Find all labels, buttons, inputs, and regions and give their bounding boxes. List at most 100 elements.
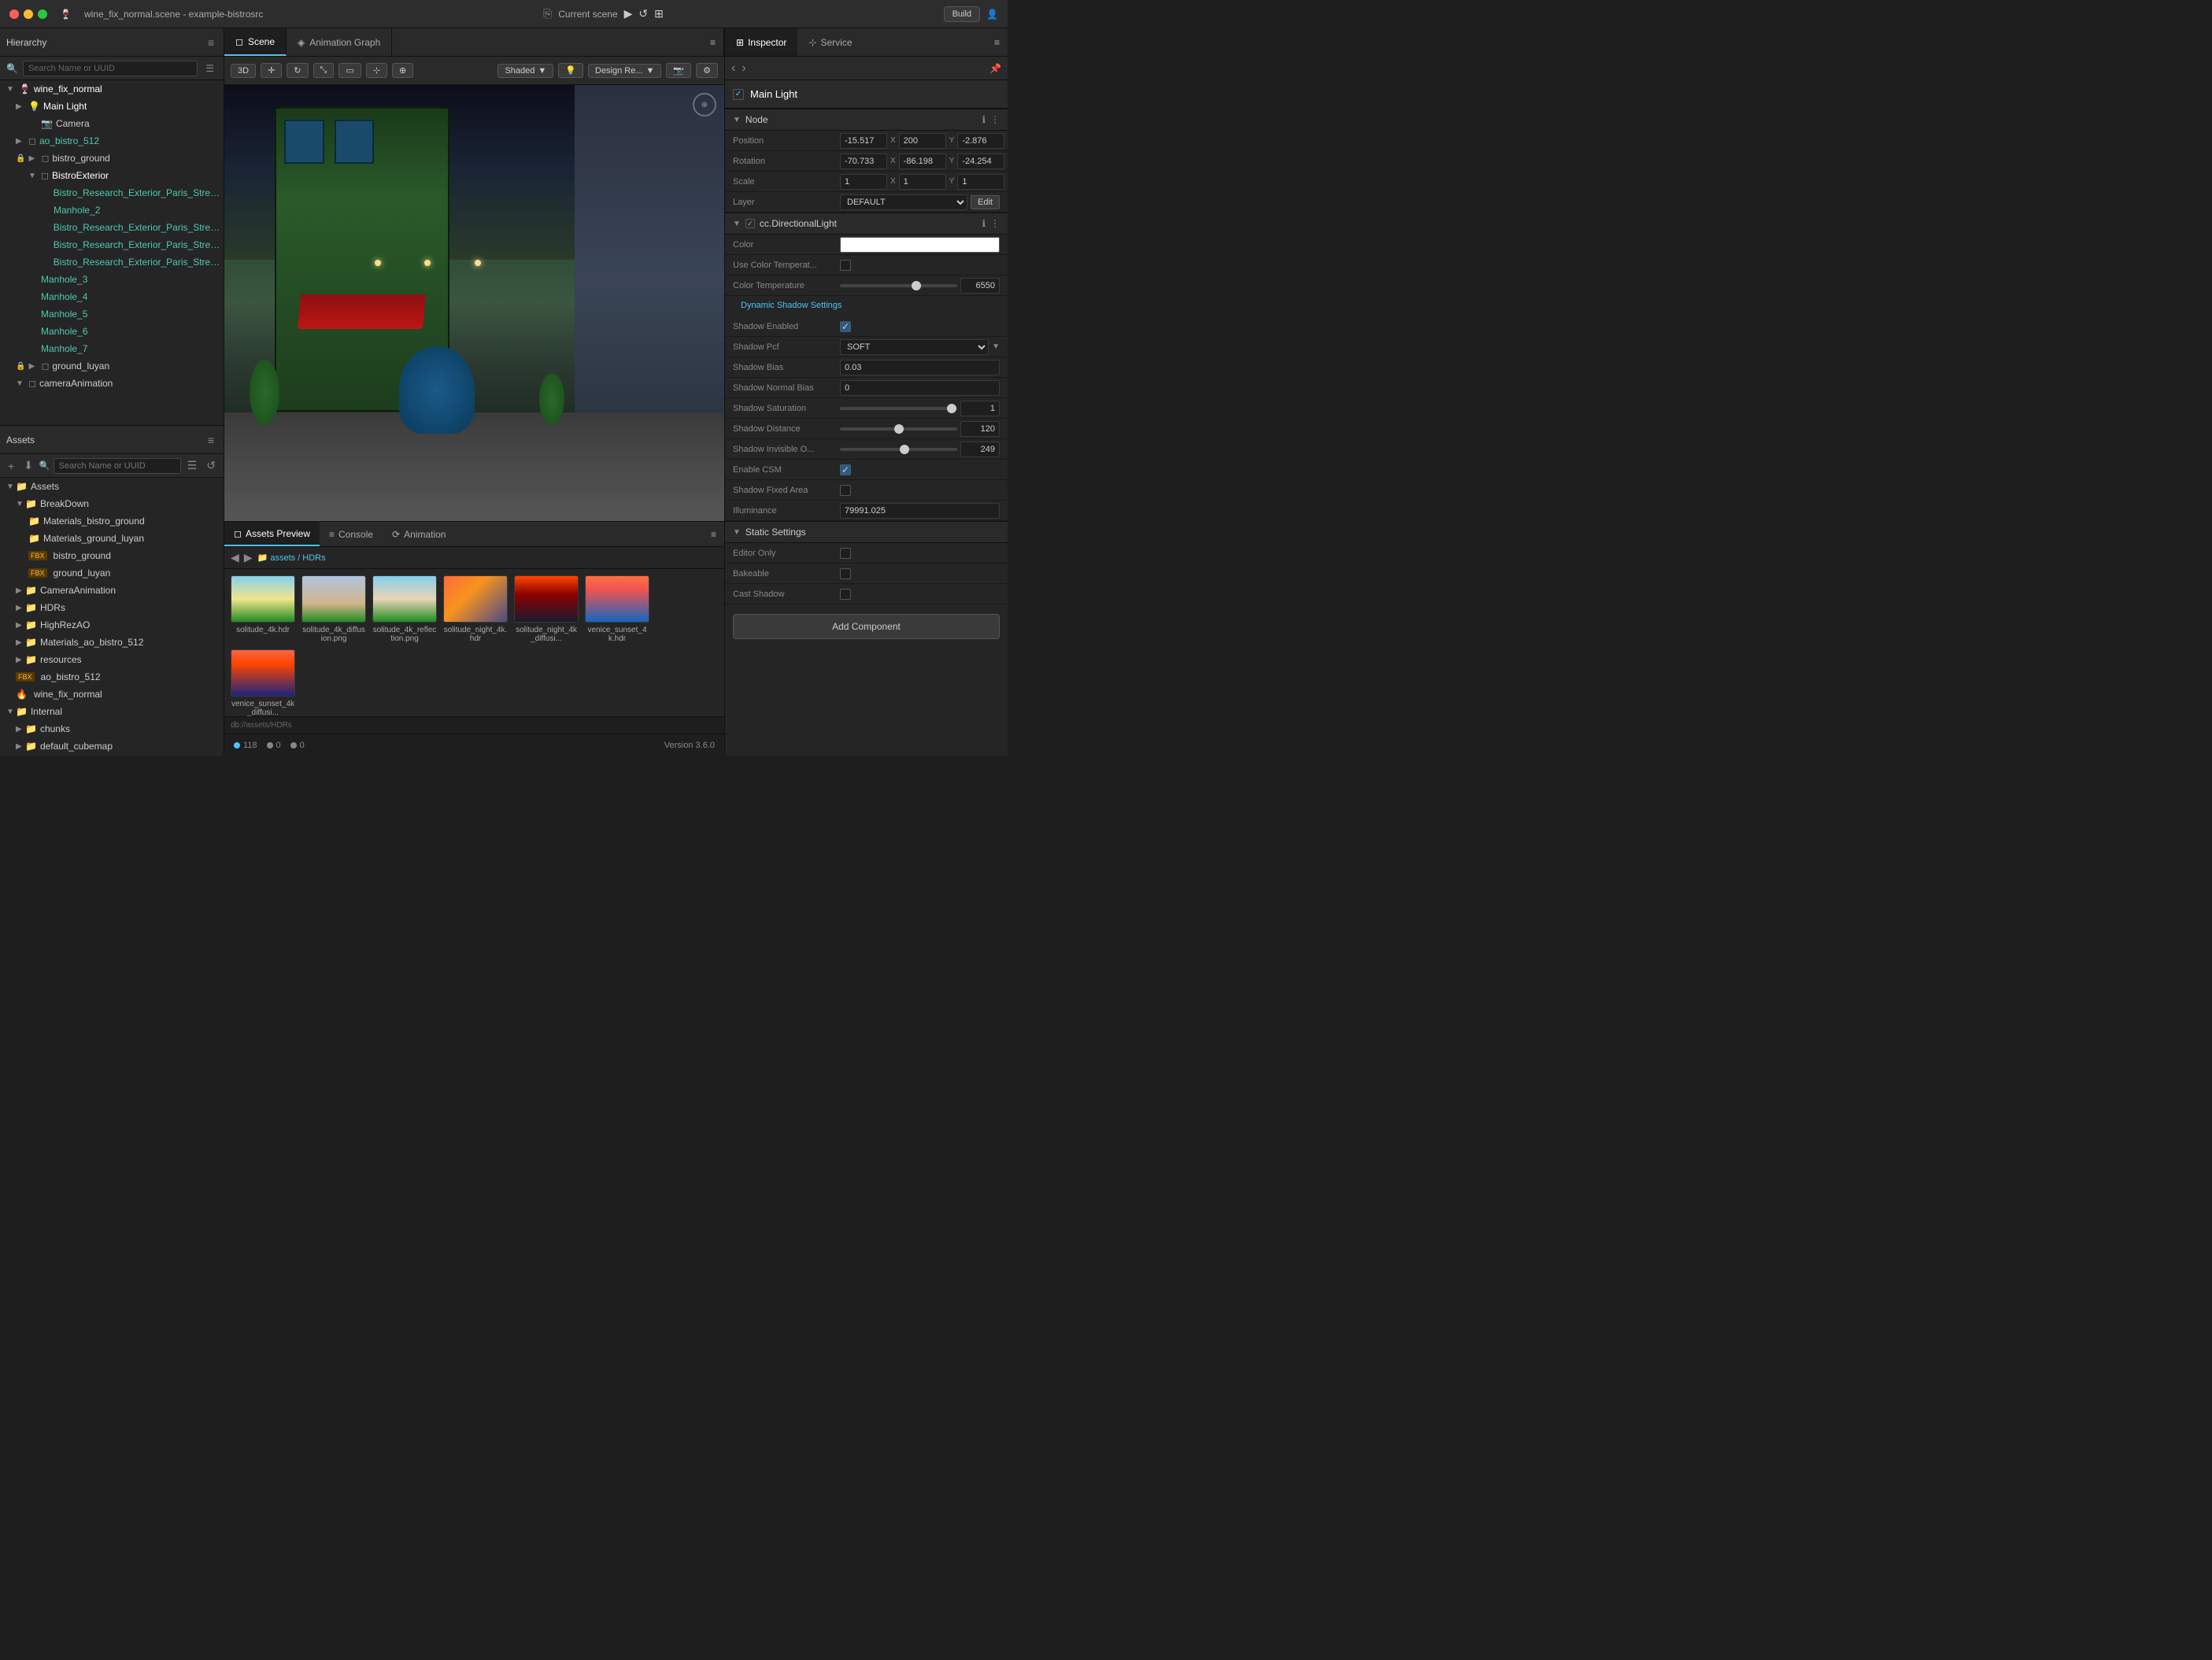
asset-tree-highrez[interactable]: ▶ 📁 HighRezAO	[0, 616, 224, 634]
breadcrumb-assets[interactable]: assets /	[270, 553, 300, 563]
comp-dir-light-info[interactable]: ℹ	[982, 218, 986, 229]
asset-tree-internal[interactable]: ▼ 📁 Internal	[0, 703, 224, 720]
play-icon[interactable]: ▶	[624, 7, 633, 20]
asset-tree-fbx-ao[interactable]: FBX ao_bistro_512	[0, 668, 224, 686]
tree-item-ground-luyan[interactable]: 🔒 ▶ ◻ ground_luyan	[0, 357, 224, 375]
refresh-icon[interactable]: ↺	[638, 7, 648, 20]
tree-item-camera-animation[interactable]: ▼ ◻ cameraAnimation	[0, 375, 224, 392]
layer-select[interactable]: DEFAULT	[840, 194, 967, 210]
tree-item-manhole-7[interactable]: Manhole_7	[0, 340, 224, 357]
nav-forward-btn[interactable]: ▶	[244, 551, 253, 564]
bottom-panel-menu[interactable]: ≡	[703, 522, 724, 546]
asset-item-6[interactable]: venice_sunset_4k_diffusi...	[231, 649, 295, 716]
minimize-button[interactable]	[24, 9, 33, 19]
cast-shadow-checkbox[interactable]	[840, 589, 851, 600]
tab-assets-preview[interactable]: ◻ Assets Preview	[224, 522, 320, 546]
shadow-sat-input[interactable]	[960, 401, 1000, 416]
asset-tree-default-cubemap[interactable]: ▶ 📁 default_cubemap	[0, 738, 224, 755]
tree-item-paris-street-a[interactable]: ▶ Bistro_Research_Exterior_Paris_Street_…	[0, 219, 224, 236]
tree-item-paris-1[interactable]: ▶ Bistro_Research_Exterior_Paris_Street_…	[0, 184, 224, 201]
hierarchy-menu-icon[interactable]: ≡	[205, 35, 217, 50]
tree-item-ao-bistro[interactable]: ▶ ◻ ao_bistro_512	[0, 132, 224, 150]
bakeable-checkbox[interactable]	[840, 568, 851, 579]
tab-inspector[interactable]: ⊞ Inspector	[725, 28, 797, 56]
hierarchy-search-input[interactable]	[23, 61, 198, 76]
color-swatch[interactable]	[840, 237, 1000, 253]
position-y-input[interactable]	[899, 133, 946, 149]
tree-item-manhole-4[interactable]: Manhole_4	[0, 288, 224, 305]
asset-item-1[interactable]: solitude_4k_diffusion.png	[301, 575, 366, 643]
tree-item-main-light[interactable]: ▶ 💡 Main Light	[0, 98, 224, 115]
transform-btn[interactable]: ⊕	[392, 63, 413, 78]
tab-console[interactable]: ≡ Console	[320, 522, 383, 546]
shadow-dist-thumb[interactable]	[894, 424, 904, 434]
pin-icon[interactable]: 📌	[989, 63, 1001, 74]
asset-tree-chunks[interactable]: ▶ 📁 chunks	[0, 720, 224, 738]
scene-viewport[interactable]: ⊕	[224, 85, 724, 521]
asset-tree-fbx-bistro[interactable]: FBX bistro_ground	[0, 547, 224, 564]
shadow-pcf-select[interactable]: SOFT	[840, 339, 989, 355]
asset-item-4[interactable]: solitude_night_4k_diffusi...	[514, 575, 579, 643]
tree-item-paris-street-c[interactable]: ▶ Bistro_Research_Exterior_Paris_Street_…	[0, 253, 224, 271]
assets-search-input[interactable]	[54, 458, 181, 474]
tab-scene[interactable]: ◻ Scene	[224, 28, 287, 56]
shadow-invis-input[interactable]	[960, 442, 1000, 457]
asset-item-0[interactable]: solitude_4k.hdr	[231, 575, 295, 643]
layer-edit-btn[interactable]: Edit	[971, 195, 1000, 209]
asset-item-5[interactable]: venice_sunset_4k.hdr	[585, 575, 649, 643]
tree-item-manhole-6[interactable]: Manhole_6	[0, 323, 224, 340]
asset-item-2[interactable]: solitude_4k_reflection.png	[372, 575, 437, 643]
assets-list-view-btn[interactable]: ☰	[184, 457, 201, 474]
align-btn[interactable]: ⊹	[366, 63, 387, 78]
asset-tree-assets[interactable]: ▼ 📁 Assets	[0, 478, 224, 495]
asset-tree-fbx-ground[interactable]: FBX ground_luyan	[0, 564, 224, 582]
3d-mode-btn[interactable]: 3D	[231, 64, 256, 78]
shadow-enabled-checkbox[interactable]: ✓	[840, 321, 851, 332]
shadow-fixed-area-checkbox[interactable]	[840, 485, 851, 496]
shadow-invis-thumb[interactable]	[900, 445, 909, 454]
tree-item-manhole-3[interactable]: Manhole_3	[0, 271, 224, 288]
tab-service[interactable]: ⊹ Service	[797, 28, 863, 56]
comp-checkbox[interactable]: ✓	[745, 219, 755, 228]
breadcrumb-path[interactable]: HDRs	[302, 553, 325, 563]
nav-forward-icon[interactable]: ›	[742, 61, 745, 76]
asset-tree-hdrs[interactable]: ▶ 📁 HDRs	[0, 599, 224, 616]
color-temp-input[interactable]	[960, 278, 1000, 294]
section-node-info[interactable]: ℹ	[982, 114, 986, 125]
rotation-z-input[interactable]	[957, 153, 1004, 169]
asset-tree-wine-fix[interactable]: 🔥 wine_fix_normal	[0, 686, 224, 703]
tree-item-camera[interactable]: ▶ 📷 Camera	[0, 115, 224, 132]
asset-tree-resources[interactable]: ▶ 📁 resources	[0, 651, 224, 668]
asset-tree-mat-ao[interactable]: ▶ 📁 Materials_ao_bistro_512	[0, 634, 224, 651]
asset-item-3[interactable]: solitude_night_4k.hdr	[443, 575, 508, 643]
assets-add-btn[interactable]: +	[5, 458, 17, 474]
tree-item-paris-street-b[interactable]: ▶ Bistro_Research_Exterior_Paris_Street_…	[0, 236, 224, 253]
nav-back-btn[interactable]: ◀	[231, 551, 239, 564]
asset-tree-breakdown[interactable]: ▼ 📁 BreakDown	[0, 495, 224, 512]
assets-refresh-btn[interactable]: ↺	[203, 457, 219, 474]
scene-settings-btn[interactable]: ⚙	[696, 63, 718, 78]
shading-btn[interactable]: Shaded ▼	[498, 64, 553, 78]
color-temp-thumb[interactable]	[912, 281, 921, 290]
tree-item-bistro-ground[interactable]: 🔒 ▶ ◻ bistro_ground	[0, 150, 224, 167]
tree-item-bistro-exterior[interactable]: ▼ ◻ BistroExterior	[0, 167, 224, 184]
shadow-sat-thumb[interactable]	[947, 404, 956, 413]
tab-menu-icon[interactable]: ≡	[702, 28, 724, 56]
position-z-input[interactable]	[957, 133, 1004, 149]
scale-z-input[interactable]	[957, 174, 1004, 190]
assets-import-btn[interactable]: ⬇	[20, 457, 36, 474]
camera-btn[interactable]: 📷	[666, 63, 691, 78]
tree-item-manhole-2[interactable]: ▶ Manhole_2	[0, 201, 224, 219]
shadow-normal-bias-input[interactable]	[840, 380, 1000, 396]
design-res-btn[interactable]: Design Re... ▼	[588, 64, 661, 78]
light-btn[interactable]: 💡	[558, 63, 583, 78]
rotation-x-input[interactable]	[840, 153, 887, 169]
scale-tool-btn[interactable]: ⤡	[313, 63, 335, 78]
close-button[interactable]	[9, 9, 19, 19]
tree-item-root[interactable]: ▼ 🍷 wine_fix_normal	[0, 80, 224, 98]
add-component-button[interactable]: Add Component	[733, 614, 1000, 639]
node-enable-checkbox[interactable]: ✓	[733, 89, 744, 100]
tree-item-manhole-5[interactable]: Manhole_5	[0, 305, 224, 323]
tab-animation[interactable]: ⟳ Animation	[383, 522, 455, 546]
use-color-temp-checkbox[interactable]	[840, 260, 851, 271]
